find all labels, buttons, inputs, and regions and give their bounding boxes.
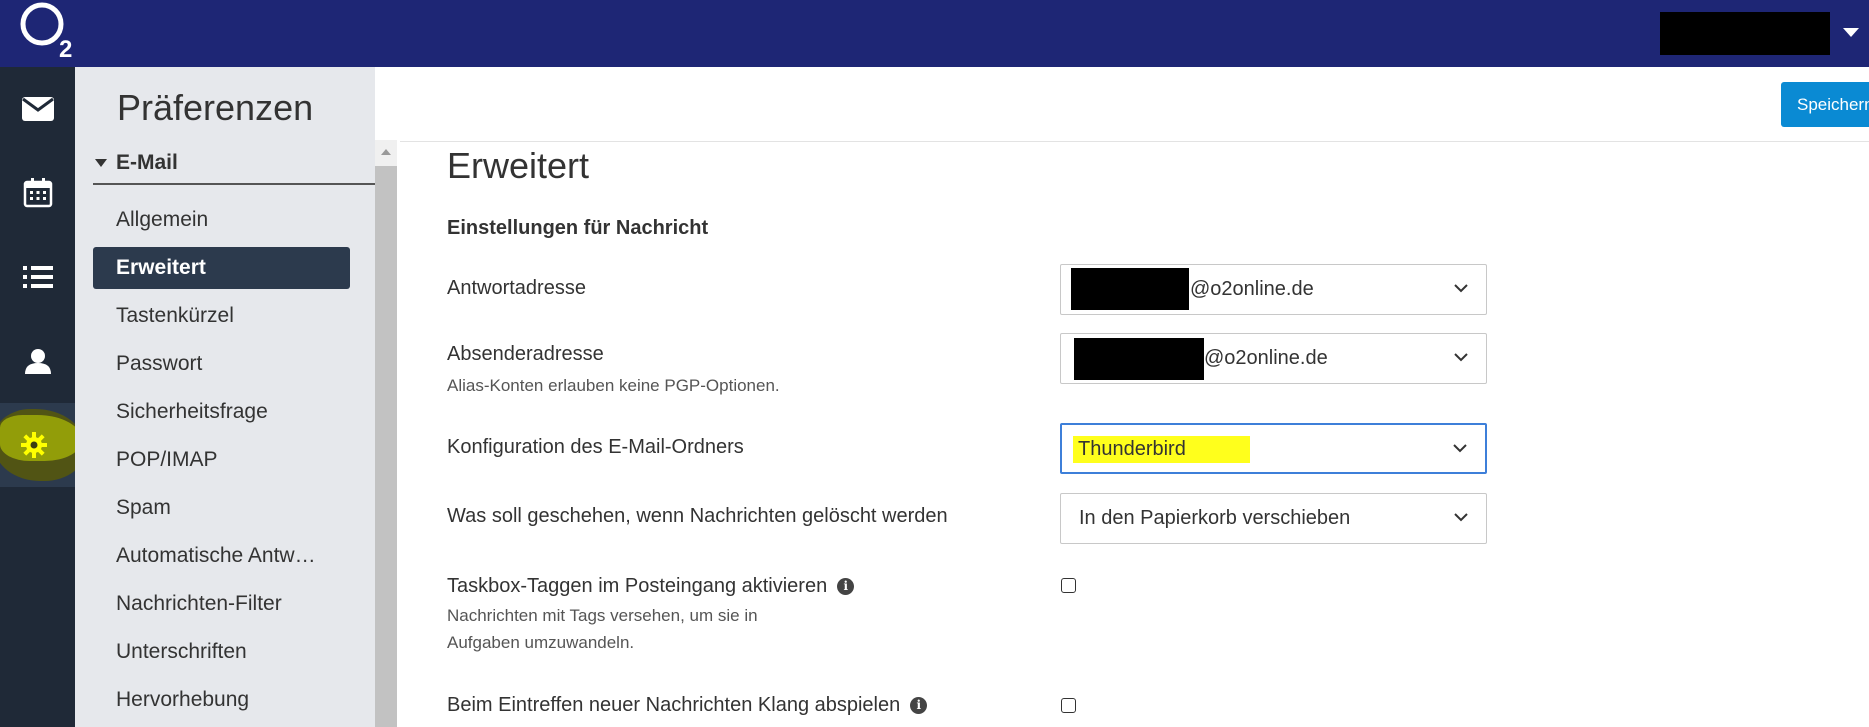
settings-app-button[interactable] [0, 403, 86, 487]
nav-item-unterschriften[interactable]: Unterschriften [93, 631, 350, 673]
settings-content: Speichern Erweitert Einstellungen für Na… [400, 67, 1869, 727]
nav-title: Präferenzen [117, 87, 314, 128]
caret-down-icon[interactable] [1843, 28, 1859, 37]
preferences-nav: Präferenzen E-Mail Allgemein Erweitert T… [75, 67, 375, 727]
nav-item-hervorhebung[interactable]: Hervorhebung [93, 679, 350, 721]
nav-item-allgemein[interactable]: Allgemein [93, 199, 350, 241]
folder-config-select[interactable]: Thunderbird [1060, 423, 1487, 474]
chevron-down-icon [1454, 284, 1468, 293]
reply-address-value: @o2online.de [1190, 278, 1314, 300]
hint-line: Aufgaben umzuwandeln. [447, 633, 635, 652]
reply-address-select[interactable]: @o2online.de [1060, 264, 1487, 315]
folder-config-value: Thunderbird [1078, 438, 1186, 460]
chevron-down-icon [1454, 353, 1468, 362]
nav-item-sicherheitsfrage[interactable]: Sicherheitsfrage [93, 391, 350, 433]
hint-line: Nachrichten mit Tags versehen, um sie in [447, 606, 758, 625]
envelope-icon [21, 97, 54, 121]
list-icon [22, 266, 53, 288]
caret-down-icon [95, 159, 107, 167]
scroll-up-arrow[interactable] [375, 140, 397, 166]
save-button[interactable]: Speichern [1781, 82, 1869, 127]
taskbox-tagging-checkbox[interactable] [1061, 578, 1076, 593]
nav-item-automatische-antwort[interactable]: Automatische Antw… [93, 535, 350, 577]
o2-logo[interactable]: 2 [19, 0, 81, 62]
mail-app-button[interactable] [0, 67, 75, 151]
taskbox-tagging-row: Taskbox-Taggen im Posteingang aktivieren… [447, 575, 855, 598]
contacts-app-button[interactable] [0, 319, 75, 403]
delete-action-select[interactable]: In den Papierkorb verschieben [1060, 493, 1487, 544]
person-icon [24, 349, 51, 374]
nav-item-tastenkuerzel[interactable]: Tastenkürzel [93, 295, 350, 337]
chevron-down-icon [1454, 513, 1468, 522]
delete-action-value: In den Papierkorb verschieben [1079, 507, 1351, 529]
taskbox-tagging-hint: Nachrichten mit Tags versehen, um sie in… [447, 602, 758, 656]
nav-section-email[interactable]: E-Mail [93, 145, 375, 185]
svg-text:2: 2 [59, 36, 72, 62]
new-mail-sound-checkbox[interactable] [1061, 698, 1076, 713]
gear-icon [20, 432, 47, 458]
sender-address-label: Absenderadresse [447, 343, 604, 365]
info-icon[interactable]: i [910, 697, 928, 714]
chevron-down-icon [1453, 444, 1467, 453]
new-mail-sound-row: Beim Eintreffen neuer Nachrichten Klang … [447, 694, 928, 717]
page-title: Erweitert [447, 145, 590, 186]
new-mail-sound-label: Beim Eintreffen neuer Nachrichten Klang … [447, 694, 901, 716]
top-header: 2 [0, 0, 1869, 67]
redacted-username [1071, 268, 1189, 310]
section-title: Einstellungen für Nachricht [447, 217, 709, 239]
sender-address-value: @o2online.de [1204, 347, 1328, 369]
redacted-username [1074, 338, 1204, 380]
taskbox-tagging-label: Taskbox-Taggen im Posteingang aktivieren [447, 575, 828, 597]
nav-scrollbar[interactable] [375, 140, 397, 727]
sender-address-hint: Alias-Konten erlauben keine PGP-Optionen… [447, 376, 780, 395]
sender-address-select[interactable]: @o2online.de [1060, 333, 1487, 384]
tasks-app-button[interactable] [0, 235, 75, 319]
nav-item-pop-imap[interactable]: POP/IMAP [93, 439, 350, 481]
nav-item-nachrichten-filter[interactable]: Nachrichten-Filter [93, 583, 350, 625]
info-icon[interactable]: i [837, 578, 855, 595]
delete-action-label: Was soll geschehen, wenn Nachrichten gel… [447, 505, 948, 527]
nav-item-spam[interactable]: Spam [93, 487, 350, 529]
calendar-icon [23, 178, 52, 208]
folder-config-label: Konfiguration des E-Mail-Ordners [447, 436, 744, 458]
nav-item-passwort[interactable]: Passwort [93, 343, 350, 385]
app-switcher-bar [0, 67, 86, 727]
reply-address-label: Antwortadresse [447, 277, 586, 299]
nav-item-erweitert[interactable]: Erweitert [93, 247, 350, 289]
content-toolbar: Speichern [400, 67, 1869, 142]
user-account-redacted[interactable] [1660, 12, 1830, 55]
calendar-app-button[interactable] [0, 151, 75, 235]
nav-section-label: E-Mail [116, 151, 178, 174]
